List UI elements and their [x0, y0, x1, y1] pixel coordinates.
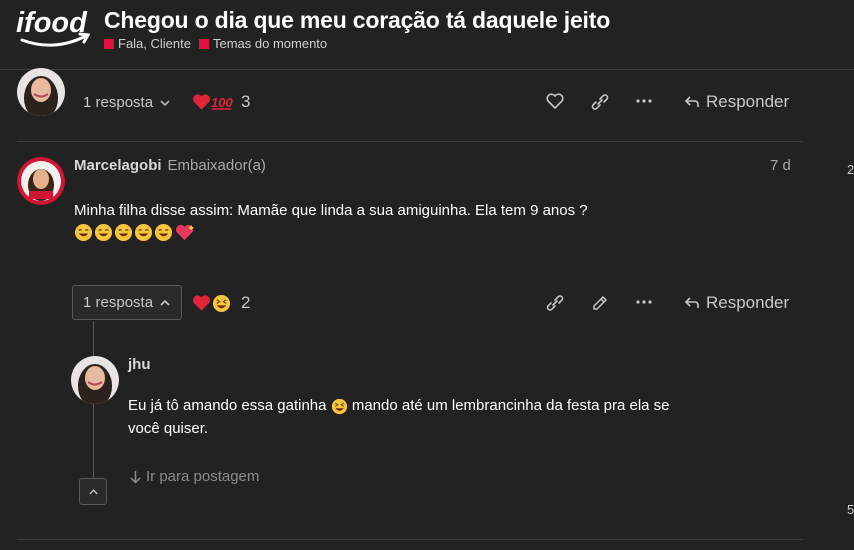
reply-label: Responder: [706, 293, 790, 312]
grin-emoji-icon: [74, 223, 93, 242]
svg-text:100: 100: [211, 95, 233, 110]
arrow-down-icon: [130, 470, 141, 484]
reply-button[interactable]: Responder: [684, 92, 789, 112]
reply-arrow-icon: [684, 297, 699, 308]
reply-body: Eu já tô amando essa gatinha mando até u…: [128, 394, 768, 440]
grin-emoji-icon: [94, 223, 113, 242]
category-color-box: [198, 38, 209, 49]
more-icon[interactable]: [635, 299, 653, 305]
category-fala-cliente[interactable]: Fala, Cliente: [104, 36, 191, 51]
chevron-up-icon: [89, 489, 98, 495]
avatar-marcelagobi[interactable]: [17, 157, 65, 205]
replies-label: 1 resposta: [83, 94, 154, 111]
replies-label: 1 resposta: [83, 294, 154, 311]
grin-emoji-icon: [154, 223, 173, 242]
heart-like-icon[interactable]: [545, 92, 565, 110]
edit-pencil-icon[interactable]: [591, 294, 609, 312]
timeline-char: 5: [847, 502, 854, 517]
grin-emoji-icon: [114, 223, 133, 242]
heart-emoji-icon: [192, 295, 211, 311]
category-label: Fala, Cliente: [118, 36, 191, 51]
reply-text-line-2: você quiser.: [128, 420, 209, 437]
go-to-post-label: Ir para postagem: [146, 468, 260, 485]
reply-author[interactable]: jhu: [128, 356, 151, 373]
replies-toggle[interactable]: 1 resposta: [83, 94, 171, 111]
collapse-up-button[interactable]: [79, 478, 107, 505]
reactions[interactable]: 100: [192, 91, 233, 113]
avatar-jhu[interactable]: [17, 68, 65, 116]
reply-label: Responder: [706, 92, 790, 111]
chevron-down-icon: [160, 99, 170, 106]
hundred-emoji-icon: 100: [211, 95, 233, 110]
category-color-box: [104, 38, 114, 49]
reply-text-line-1: Eu já tô amando essa gatinha mando até u…: [128, 394, 768, 417]
laughing-emoji-icon: [331, 398, 347, 414]
post-date[interactable]: 7 d: [770, 157, 791, 174]
reply-text-b: mando até um lembrancinha da festa pra e…: [347, 397, 670, 414]
reply-text-a: Eu já tô amando essa gatinha: [128, 397, 327, 414]
laughing-emoji-icon: [212, 294, 231, 312]
ifood-logo[interactable]: ifood: [14, 6, 98, 52]
post-body: Minha filha disse assim: Mamãe que linda…: [74, 199, 588, 242]
post-author[interactable]: Marcelagobi Embaixador(a): [74, 157, 266, 174]
heart-emoji-icon: [192, 94, 211, 110]
header: ifood Chegou o dia que meu coração tá da…: [0, 0, 854, 70]
post-emoji-row: [74, 223, 588, 242]
replies-toggle[interactable]: 1 resposta: [72, 285, 183, 320]
grin-emoji-icon: [134, 223, 153, 242]
chevron-up-icon: [160, 299, 170, 306]
go-to-post-link[interactable]: Ir para postagem: [129, 468, 259, 485]
avatar-jhu[interactable]: [71, 356, 119, 404]
category-label: Temas do momento: [212, 36, 328, 51]
sparkling-heart-emoji-icon: [175, 224, 194, 241]
reaction-count: 3: [241, 92, 251, 111]
category-list: Fala, Cliente Temas do momento: [104, 36, 327, 51]
user-title: Embaixador(a): [167, 157, 266, 174]
svg-text:ifood: ifood: [16, 7, 88, 39]
post-divider: [17, 141, 803, 142]
topic-title[interactable]: Chegou o dia que meu coração tá daquele …: [104, 7, 610, 34]
reply-arrow-icon: [684, 96, 699, 107]
reply-button[interactable]: Responder: [684, 293, 789, 313]
post-text: Minha filha disse assim: Mamãe que linda…: [74, 202, 588, 219]
more-icon[interactable]: [635, 98, 653, 104]
username[interactable]: Marcelagobi: [74, 157, 162, 174]
link-icon[interactable]: [590, 93, 610, 111]
link-icon[interactable]: [545, 294, 565, 312]
reactions[interactable]: [192, 292, 231, 314]
reaction-count: 2: [241, 293, 251, 312]
post-divider: [17, 539, 803, 540]
category-temas-do-momento[interactable]: Temas do momento: [198, 36, 328, 51]
timeline-char: 2: [847, 162, 854, 177]
